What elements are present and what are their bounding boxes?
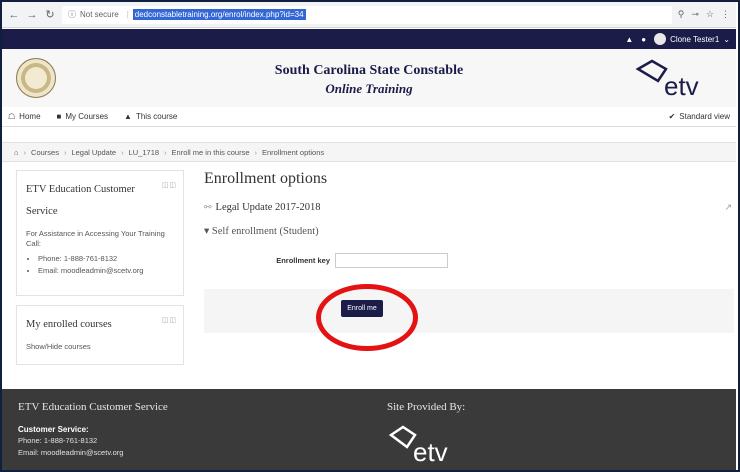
wrench-icon: ✔ (668, 112, 676, 121)
etv-logo[interactable]: etv (634, 57, 716, 101)
breadcrumb-separator: › (23, 147, 27, 157)
zoom-icon[interactable]: ⚲ (678, 9, 685, 20)
menu-my-courses-label: My Courses (65, 112, 109, 121)
menu-my-courses[interactable]: ■ My Courses (57, 112, 109, 121)
breadcrumb-separator: › (121, 147, 124, 157)
bookmark-star-icon[interactable]: ☆ (706, 9, 714, 20)
course-row: ⚯ Legal Update 2017-2018 ↗ (204, 202, 734, 213)
user-name: Clone Tester1 (670, 34, 720, 44)
block-title-line2: Service (26, 206, 58, 217)
avatar (654, 33, 667, 45)
security-label: Not secure (80, 10, 119, 19)
home-icon: ☖ (8, 112, 16, 121)
notifications-bell-icon[interactable]: ▲ (625, 35, 633, 44)
block-controls-icon[interactable]: ◫◫ (162, 181, 177, 189)
breadcrumb-separator: › (254, 147, 258, 157)
breadcrumb-courses[interactable]: Courses (31, 148, 59, 157)
block-title: ETV Education Customer (26, 184, 135, 195)
svg-text:etv: etv (664, 71, 699, 101)
enrollment-key-row: Enrollment key (204, 253, 734, 268)
menu-standard-view[interactable]: ✔ Standard view (669, 112, 730, 121)
footer-provided-by: Site Provided By: (387, 401, 466, 413)
menu-this-course-label: This course (135, 112, 178, 121)
custom-menu: ☖ Home ■ My Courses ▲ This course ✔ Stan… (2, 107, 736, 127)
menu-standard-view-label: Standard view (679, 112, 730, 121)
courses-icon: ■ (56, 112, 62, 121)
footer-email[interactable]: Email: moodleadmin@scetv.org (18, 448, 123, 457)
site-subtitle: Online Training (325, 81, 413, 96)
browser-toolbar: ← → ↻ ⓘ Not secure | dedconstabletrainin… (2, 2, 736, 28)
divider: | (126, 10, 129, 19)
reload-icon[interactable]: ↻ (44, 8, 56, 21)
url-text[interactable]: dedconstabletraining.org/enrol/index.php… (132, 9, 306, 20)
enrolled-courses-block: My enrolled courses ◫◫ Show/Hide courses (16, 305, 184, 365)
footer-cs-label: Customer Service: (18, 425, 89, 434)
chevron-down-icon: ⌄ (723, 34, 730, 44)
breadcrumb-lu1718[interactable]: LU_1718 (129, 148, 159, 157)
block-controls-icon[interactable]: ◫◫ (162, 316, 177, 324)
page-title: Enrollment options (204, 170, 328, 187)
breadcrumb-legal-update[interactable]: Legal Update (71, 148, 116, 157)
breadcrumb-separator: › (164, 147, 167, 157)
guest-icon: ⚯ (204, 202, 212, 212)
key-icon[interactable]: ⊸ (691, 9, 699, 20)
course-name[interactable]: Legal Update 2017-2018 (216, 202, 321, 213)
section-heading[interactable]: ▾ Self enrollment (Student) (204, 225, 734, 237)
assist-text: For Assistance in Accessing Your Trainin… (26, 229, 165, 248)
footer-etv-logo[interactable]: etv (387, 421, 463, 467)
footer-phone: Phone: 1-888-761-8132 (18, 436, 98, 445)
address-bar[interactable]: ⓘ Not secure | dedconstabletraining.org/… (62, 5, 672, 24)
site-header: South Carolina State Constable Online Tr… (2, 49, 736, 107)
external-link-icon[interactable]: ↗ (724, 202, 732, 213)
sitemap-icon: ▲ (124, 112, 132, 121)
svg-text:etv: etv (413, 437, 448, 467)
contact-phone: Phone: 1-888-761-8132 (38, 253, 174, 265)
main-content: Enrollment options ⚯ Legal Update 2017-2… (204, 170, 734, 268)
info-icon[interactable]: ⓘ (68, 9, 76, 20)
site-footer: ETV Education Customer Service Customer … (2, 389, 736, 470)
site-title: South Carolina State Constable (274, 63, 464, 78)
menu-home[interactable]: ☖ Home (8, 112, 41, 121)
block-title: My enrolled courses (26, 319, 112, 330)
highlight-circle (316, 284, 418, 351)
collapse-icon: ▾ (204, 226, 210, 237)
top-navbar: ▲ ● Clone Tester1 ⌄ (2, 29, 736, 49)
breadcrumb-separator: › (63, 147, 67, 157)
contact-list: Phone: 1-888-761-8132 Email: moodleadmin… (26, 253, 174, 277)
customer-service-block: ETV Education Customer Service ◫◫ For As… (16, 170, 184, 296)
show-hide-courses-link[interactable]: Show/Hide courses (26, 342, 174, 352)
kebab-menu-icon[interactable]: ⋮ (721, 9, 730, 20)
breadcrumb: ⌂ › Courses › Legal Update › LU_1718 › E… (2, 142, 736, 162)
menu-home-label: Home (19, 112, 41, 121)
breadcrumb-enroll[interactable]: Enroll me in this course (172, 148, 250, 157)
breadcrumb-current: Enrollment options (262, 147, 325, 157)
user-menu[interactable]: Clone Tester1 ⌄ (654, 33, 730, 45)
back-icon[interactable]: ← (8, 9, 20, 21)
contact-email: Email: moodleadmin@scetv.org (38, 265, 174, 277)
messages-icon[interactable]: ● (641, 35, 646, 44)
enrollment-key-label: Enrollment key (276, 256, 330, 265)
breadcrumb-home-icon[interactable]: ⌂ (14, 148, 19, 157)
section-title: Self enrollment (Student) (211, 226, 319, 237)
enrollment-key-input[interactable] (335, 253, 448, 268)
footer-heading: ETV Education Customer Service (18, 401, 168, 413)
forward-icon[interactable]: → (26, 9, 38, 21)
menu-this-course[interactable]: ▲ This course (124, 112, 177, 121)
form-actions: Enroll me (204, 289, 734, 333)
